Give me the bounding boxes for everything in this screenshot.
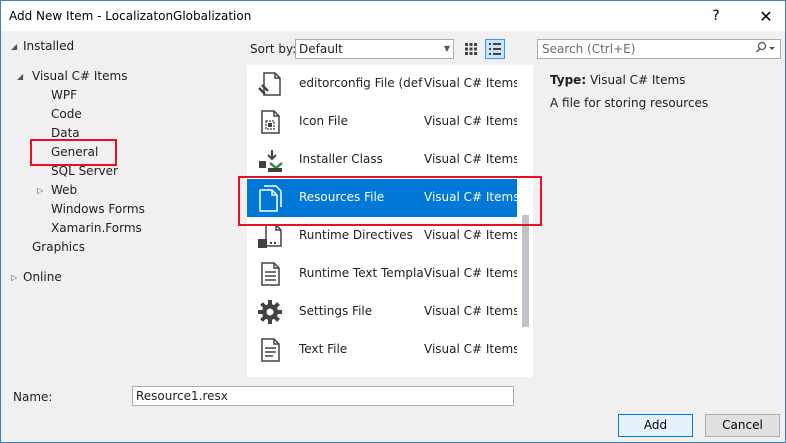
tree-item-visual-csharp[interactable]: Visual C# Items <box>32 67 127 86</box>
search-placeholder: Search (Ctrl+E) <box>542 42 636 56</box>
tree-item-wpf[interactable]: WPF <box>51 86 77 105</box>
list-item[interactable]: Installer Class Visual C# Items <box>247 141 520 179</box>
collapsed-arrow-icon[interactable]: ▷ <box>37 181 47 200</box>
tree-item-online[interactable]: Online <box>23 268 62 287</box>
highlight-resources-box <box>238 176 542 226</box>
item-name: Settings File <box>299 304 373 318</box>
item-category: Visual C# Items <box>424 342 520 356</box>
list-view-icon <box>489 43 501 55</box>
text-template-icon <box>261 262 280 286</box>
tree-item-xamarin-forms[interactable]: Xamarin.Forms <box>51 219 142 238</box>
settings-gear-icon <box>258 300 282 324</box>
runtime-directives-icon <box>258 224 282 248</box>
item-name: Runtime Text Template <box>299 266 423 280</box>
tree-item-web[interactable]: Web <box>51 181 77 200</box>
expanded-arrow-icon[interactable]: ◢ <box>17 67 27 86</box>
search-input[interactable]: Search (Ctrl+E) <box>537 39 781 59</box>
list-item[interactable]: editorconfig File (defa... Visual C# Ite… <box>247 65 520 103</box>
item-name: Text File <box>299 342 348 356</box>
add-button[interactable]: Add <box>618 414 693 437</box>
list-view-button[interactable] <box>485 39 505 59</box>
collapsed-arrow-icon[interactable]: ▷ <box>11 268 21 287</box>
title-bar: Add New Item - LocalizatonGlobalization … <box>1 1 785 31</box>
item-category: Visual C# Items <box>424 228 520 242</box>
installer-class-icon <box>259 150 283 172</box>
tree-item-code[interactable]: Code <box>51 105 82 124</box>
highlight-general-box <box>30 139 117 166</box>
editorconfig-icon <box>258 72 281 96</box>
category-tree: ◢ Installed ◢ Visual C# Items WPF Code D… <box>3 33 239 377</box>
item-category: Visual C# Items <box>424 266 520 280</box>
file-icon <box>256 374 284 377</box>
close-button[interactable]: ✕ <box>749 1 783 31</box>
expanded-arrow-icon[interactable]: ◢ <box>11 37 21 56</box>
details-description: A file for storing resources <box>550 96 709 110</box>
item-name: Icon File <box>299 114 348 128</box>
item-name: Installer Class <box>299 152 383 166</box>
type-label: Type: <box>550 73 587 87</box>
item-name: Runtime Directives <box>299 228 413 242</box>
sort-by-select[interactable]: Default ▼ <box>295 39 454 59</box>
item-category: Visual C# Items <box>424 76 520 90</box>
list-item[interactable]: Text File Visual C# Items <box>247 331 520 369</box>
tree-item-installed[interactable]: Installed <box>23 37 74 56</box>
help-button[interactable]: ? <box>699 1 733 31</box>
chevron-down-icon: ▼ <box>443 44 450 53</box>
name-input[interactable]: Resource1.resx <box>132 386 514 406</box>
cancel-button[interactable]: Cancel <box>705 414 780 437</box>
grid-view-icon <box>465 43 477 55</box>
window-title: Add New Item - LocalizatonGlobalization <box>9 9 252 23</box>
medium-icons-view-button[interactable] <box>461 39 481 59</box>
details-type: Type: Visual C# Items <box>550 73 685 87</box>
tree-item-windows-forms[interactable]: Windows Forms <box>51 200 145 219</box>
sort-by-label: Sort by: <box>250 42 297 56</box>
list-item-partial[interactable] <box>247 369 517 377</box>
type-value: Visual C# Items <box>589 73 686 87</box>
item-category: Visual C# Items <box>424 114 520 128</box>
list-item[interactable]: Icon File Visual C# Items <box>247 103 520 141</box>
list-item[interactable]: Runtime Text Template Visual C# Items <box>247 255 520 293</box>
details-pane: Type: Visual C# Items A file for storing… <box>541 65 781 377</box>
add-new-item-dialog: Add New Item - LocalizatonGlobalization … <box>0 0 786 443</box>
sort-by-value: Default <box>299 42 343 56</box>
item-category: Visual C# Items <box>424 304 520 318</box>
search-icon[interactable] <box>755 41 776 62</box>
name-label: Name: <box>13 390 53 404</box>
icon-file-icon <box>261 110 280 134</box>
item-name: editorconfig File (defa... <box>299 76 423 90</box>
tree-item-graphics[interactable]: Graphics <box>32 238 85 257</box>
list-item[interactable]: Settings File Visual C# Items <box>247 293 520 331</box>
item-category: Visual C# Items <box>424 152 520 166</box>
text-file-icon <box>261 338 280 362</box>
scrollbar-thumb[interactable] <box>522 215 529 327</box>
